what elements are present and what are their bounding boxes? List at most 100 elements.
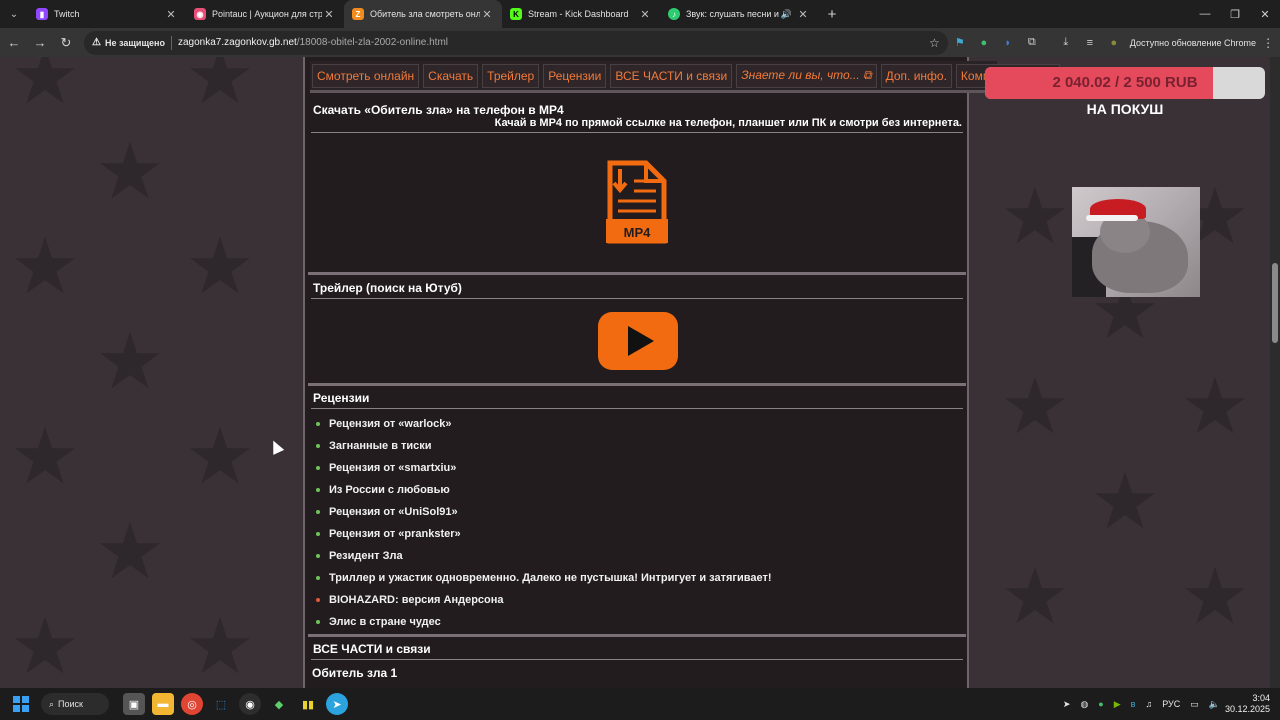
close-tab-icon[interactable]: ✕	[164, 8, 178, 21]
nav-did-you-know[interactable]: Знаете ли вы, что... ⧉	[736, 63, 877, 88]
review-item[interactable]: Триллер и ужастик одновременно. Далеко н…	[316, 567, 966, 589]
tab-title: Pointauc | Аукцион для стримов	[212, 9, 322, 19]
extensions-puzzle-icon[interactable]: ⧉	[1020, 31, 1044, 55]
extension-icon[interactable]: ◗	[996, 31, 1020, 55]
task-view-icon[interactable]: ▣	[123, 693, 145, 715]
review-link[interactable]: Рецензия от «UniSol91»	[329, 506, 458, 518]
minimize-icon[interactable]: —	[1190, 0, 1220, 28]
telegram-icon[interactable]: ➤	[326, 693, 348, 715]
back-icon[interactable]: ←	[2, 31, 26, 55]
nav-download[interactable]: Скачать	[423, 63, 479, 88]
star-pattern-icon: ★	[185, 602, 255, 688]
tab-zvuk[interactable]: ♪ Звук: слушать песни и музыку 🔊 ✕	[660, 0, 818, 28]
review-link[interactable]: Рецензия от «warlock»	[329, 418, 452, 430]
bullet-icon	[316, 466, 320, 470]
pointauc-icon: ◉	[194, 8, 206, 20]
review-link[interactable]: Резидент Зла	[329, 550, 403, 562]
close-tab-icon[interactable]: ✕	[480, 8, 494, 21]
steam-tray-icon[interactable]: ◍	[1080, 699, 1088, 710]
part-title[interactable]: Обитель зла 1	[308, 660, 966, 680]
review-item[interactable]: Элис в стране чудес	[316, 611, 966, 633]
volume-icon[interactable]: 🔈	[1209, 699, 1220, 710]
chrome-menu-icon[interactable]: ⋮	[1256, 36, 1280, 50]
scrollbar-thumb[interactable]	[1272, 263, 1278, 343]
play-icon	[628, 326, 654, 356]
mp4-icon-label: MP4	[624, 225, 652, 240]
review-item[interactable]: Рецензия от «smartxiu»	[316, 457, 966, 479]
review-item[interactable]: BIOHAZARD: версия Андерсона	[316, 589, 966, 611]
review-item[interactable]: Рецензия от «prankster»	[316, 523, 966, 545]
telegram-tray-icon[interactable]: ➤	[1063, 699, 1071, 710]
close-tab-icon[interactable]: ✕	[796, 8, 810, 21]
review-item[interactable]: Рецензия от «UniSol91»	[316, 501, 966, 523]
app-cube-icon[interactable]: ◆	[268, 693, 290, 715]
nav-watch-online[interactable]: Смотреть онлайн	[312, 63, 420, 88]
review-link[interactable]: Из России с любовью	[329, 484, 450, 496]
language-indicator[interactable]: РУС	[1162, 699, 1180, 709]
bullet-icon	[316, 422, 320, 426]
reload-icon[interactable]: ↻	[54, 31, 78, 55]
youtube-play-button[interactable]	[598, 312, 678, 370]
profile-avatar-icon[interactable]: ●	[1102, 31, 1126, 55]
review-item[interactable]: Из России с любовью	[316, 479, 966, 501]
tab-kick[interactable]: K Stream - Kick Dashboard ✕	[502, 0, 660, 28]
app-tray-icon[interactable]: ●	[1098, 699, 1103, 709]
clock[interactable]: 3:04 30.12.2025	[1225, 693, 1270, 715]
mp4-download-icon[interactable]: MP4	[606, 159, 668, 245]
download-icon[interactable]: ⤓	[1054, 31, 1078, 55]
bullet-icon	[316, 576, 320, 580]
windows-start-icon[interactable]	[13, 696, 29, 712]
star-pattern-icon: ★	[185, 222, 255, 310]
extension-icon[interactable]: ●	[972, 31, 996, 55]
review-link[interactable]: Элис в стране чудес	[329, 616, 441, 628]
network-icon[interactable]: ▭	[1190, 699, 1199, 710]
bluetooth-tray-icon[interactable]: ʙ	[1131, 699, 1136, 709]
star-pattern-icon: ★	[1000, 172, 1070, 260]
all-parts-title: ВСЕ ЧАСТИ и связи	[313, 642, 431, 656]
review-link[interactable]: Загнанные в тиски	[329, 440, 432, 452]
forward-icon[interactable]: →	[28, 31, 52, 55]
maximize-icon[interactable]: ❐	[1220, 0, 1250, 28]
address-bar[interactable]: ⚠ Не защищено zagonka7.zagonkov.gb.net/1…	[84, 30, 948, 55]
search-icon: ⌕	[49, 698, 55, 709]
extension-icon[interactable]: ⚑	[948, 31, 972, 55]
audio-playing-icon[interactable]: 🔊	[781, 9, 792, 20]
nav-all-parts[interactable]: ВСЕ ЧАСТИ и связи	[610, 63, 733, 88]
review-item[interactable]: Загнанные в тиски	[316, 435, 966, 457]
security-indicator[interactable]: ⚠ Не защищено	[92, 37, 165, 48]
bullet-icon	[316, 488, 320, 492]
tab-zagonka[interactable]: Z Обитель зла смотреть онлайн ✕	[344, 0, 502, 28]
goal-amount: 2 040.02 / 2 500 RUB	[1052, 74, 1198, 91]
microphone-tray-icon[interactable]: ♫	[1145, 699, 1152, 709]
close-tab-icon[interactable]: ✕	[322, 8, 336, 21]
chrome-update-button[interactable]: Доступно обновление Chrome	[1130, 38, 1256, 48]
all-parts-section: ВСЕ ЧАСТИ и связи Обитель зла 1	[308, 638, 966, 688]
review-item[interactable]: Рецензия от «warlock»	[316, 413, 966, 435]
snipping-tool-icon[interactable]: ⬚	[210, 693, 232, 715]
new-tab-icon[interactable]: +	[818, 6, 846, 23]
donation-goal-bar: 2 040.02 / 2 500 RUB	[985, 67, 1265, 99]
taskbar-search[interactable]: ⌕ Поиск	[41, 693, 109, 715]
review-item[interactable]: Резидент Зла	[316, 545, 966, 567]
tab-pointauc[interactable]: ◉ Pointauc | Аукцион для стримов ✕	[186, 0, 344, 28]
review-link[interactable]: Рецензия от «smartxiu»	[329, 462, 456, 474]
nav-extra-info[interactable]: Доп. инфо.	[880, 63, 952, 88]
tab-search-icon[interactable]: ⌄	[0, 0, 28, 28]
nav-trailer[interactable]: Трейлер	[482, 63, 540, 88]
nvidia-tray-icon[interactable]: ▶	[1114, 699, 1121, 710]
file-explorer-icon[interactable]: ▬	[152, 693, 174, 715]
app-yellow-icon[interactable]: ▮▮	[297, 693, 319, 715]
bookmark-star-icon[interactable]: ☆	[929, 36, 940, 50]
nav-reviews[interactable]: Рецензии	[543, 63, 607, 88]
chrome-icon[interactable]: ◎	[181, 693, 203, 715]
reading-list-icon[interactable]: ≡	[1078, 31, 1102, 55]
close-window-icon[interactable]: ✕	[1250, 0, 1280, 28]
scrollbar[interactable]	[1270, 57, 1280, 688]
review-link[interactable]: BIOHAZARD: версия Андерсона	[329, 594, 504, 606]
close-tab-icon[interactable]: ✕	[638, 8, 652, 21]
star-pattern-icon: ★	[10, 57, 80, 120]
review-link[interactable]: Рецензия от «prankster»	[329, 528, 461, 540]
obs-icon[interactable]: ◉	[239, 693, 261, 715]
tab-twitch[interactable]: ▮ Twitch ✕	[28, 0, 186, 28]
review-link[interactable]: Триллер и ужастик одновременно. Далеко н…	[329, 572, 772, 584]
